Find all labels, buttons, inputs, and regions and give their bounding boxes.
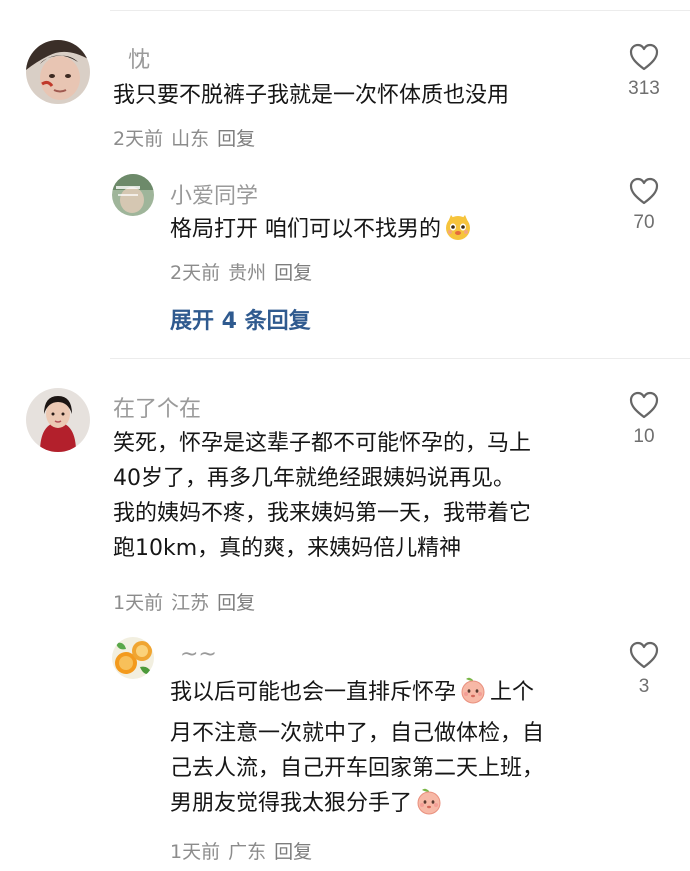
comment-location: 广东 [228,841,267,863]
comment-divider [110,358,690,359]
comment-meta: 2天前 贵州 回复 [170,258,320,285]
reply-button[interactable]: 回复 [217,592,255,614]
heart-icon [629,391,659,419]
comment-text-line: 我只要不脱裤子我就是一次怀体质也没用 [113,83,510,108]
fruit-avatar-orange [112,637,154,679]
like-button[interactable]: 3 [609,640,679,698]
user-avatar[interactable] [112,174,154,216]
comment-text-line: 我以后可能也会一直排斥怀孕 上个 [170,675,544,716]
comment-text: 笑死，怀孕是这辈子都不可能怀孕的，马上 40岁了，再多几年就绝经跟姨妈说再见。 … [113,426,531,566]
comment-meta: 1天前 广东 回复 [170,837,320,864]
comment-text-line: 己去人流，自己开车回家第二天上班， [170,756,545,781]
comment-username[interactable]: 在了个在 [113,391,201,423]
comment-location: 山东 [171,128,210,150]
comment-meta: 1天前 江苏 回复 [113,588,263,615]
comment-text: 格局打开 咱们可以不找男的 [170,212,475,253]
comment-text-line: 月不注意一次就中了，自己做体检，自 [170,721,545,746]
peach-face-emoji [414,786,444,827]
heart-icon [629,177,659,205]
comment-username[interactable]: 忱 [128,42,150,74]
expand-replies-button[interactable]: 展开 4 条回复 [170,303,311,335]
like-count: 3 [638,676,650,697]
user-avatar[interactable] [26,40,90,104]
comment-text-line: 格局打开 咱们可以不找男的 [170,217,441,242]
comment-text-line: 40岁了，再多几年就绝经跟姨妈说再见。 [113,466,515,491]
comment-text: 我以后可能也会一直排斥怀孕 上个 月不注意一次就中了，自己做体检，自 己去人流，自… [170,675,544,827]
like-button[interactable]: 313 [609,42,679,100]
comment-time: 2天前 [113,128,164,150]
comment-text: 我只要不脱裤子我就是一次怀体质也没用 [113,78,509,113]
heart-icon [629,641,659,669]
reply-button[interactable]: 回复 [274,262,312,284]
like-count: 313 [628,78,660,99]
comment-text-line: 男朋友觉得我太狠分手了 [170,786,544,827]
comment-time: 2天前 [170,262,221,284]
peach-face-emoji [458,675,488,716]
comment-location: 贵州 [228,262,267,284]
comment-text-line: 我的姨妈不疼，我来姨妈第一天，我带着它 [113,501,532,526]
portrait-avatar-green [112,174,154,216]
smirk-cat-emoji [443,212,473,253]
portrait-avatar-woman [26,388,90,452]
user-avatar[interactable] [112,637,154,679]
like-button[interactable]: 70 [609,176,679,234]
comment-username[interactable]: ~~ [180,642,217,667]
like-count: 10 [633,426,655,447]
user-avatar[interactable] [26,388,90,452]
reply-button[interactable]: 回复 [274,841,312,863]
comment-text-line: 跑10km，真的爽，来姨妈倍儿精神 [113,536,462,561]
like-count: 70 [633,212,655,233]
comment-username[interactable]: 小爱同学 [170,178,258,210]
comment-text-line: 笑死，怀孕是这辈子都不可能怀孕的，马上 [113,431,532,456]
heart-icon [629,43,659,71]
comment-meta: 2天前 山东 回复 [113,124,263,151]
comment-location: 江苏 [171,592,210,614]
top-divider [110,10,690,11]
portrait-avatar-man [26,40,90,104]
like-button[interactable]: 10 [609,390,679,448]
comment-time: 1天前 [170,841,221,863]
comment-time: 1天前 [113,592,164,614]
reply-button[interactable]: 回复 [217,128,255,150]
